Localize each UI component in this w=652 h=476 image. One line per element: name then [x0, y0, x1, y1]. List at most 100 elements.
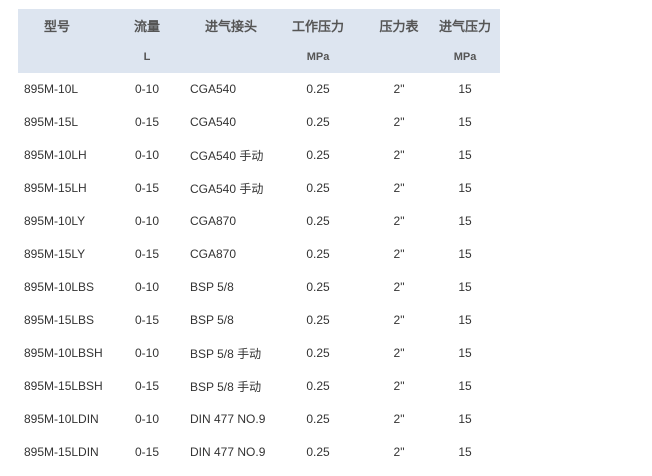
table-row: 895M-10LY 0-10 CGA870 0.25 2" 15	[18, 205, 500, 238]
table-row: 895M-15LH 0-15 CGA540 手动 0.25 2" 15	[18, 172, 500, 205]
cell-working-pressure: 0.25	[306, 280, 330, 294]
table-row: 895M-15LBSH 0-15 BSP 5/8 手动 0.25 2" 15	[18, 370, 500, 403]
cell-model: 895M-10LY	[24, 214, 86, 228]
cell-gauge: 2"	[393, 313, 405, 327]
cell-inlet-pressure: 15	[458, 181, 472, 195]
header-inlet-pressure: 进气压力	[422, 9, 500, 41]
cell-flow: 0-10	[134, 412, 160, 426]
cell-gauge: 2"	[393, 445, 405, 459]
table-row: 895M-10L 0-10 CGA540 0.25 2" 15	[18, 73, 500, 106]
table-row: 895M-10LH 0-10 CGA540 手动 0.25 2" 15	[18, 139, 500, 172]
cell-gauge: 2"	[393, 346, 405, 360]
cell-flow: 0-10	[134, 148, 160, 162]
cell-working-pressure: 0.25	[306, 82, 330, 96]
cell-working-pressure: 0.25	[306, 148, 330, 162]
cell-inlet-connection: BSP 5/8 手动	[190, 379, 262, 394]
unit-inlet-connection	[190, 41, 278, 73]
cell-model: 895M-10LDIN	[24, 412, 99, 426]
header-row: 型号 流量 进气接头 工作压力 压力表 进气压力	[18, 9, 500, 41]
page: 型号 流量 进气接头 工作压力 压力表 进气压力 L MPa MPa 895M-…	[0, 0, 652, 476]
cell-model: 895M-10LH	[24, 148, 87, 162]
unit-model	[18, 41, 114, 73]
cell-working-pressure: 0.25	[306, 214, 330, 228]
cell-gauge: 2"	[393, 181, 405, 195]
unit-row: L MPa MPa	[18, 41, 500, 73]
cell-inlet-pressure: 15	[458, 313, 472, 327]
cell-inlet-pressure: 15	[458, 445, 472, 459]
cell-flow: 0-15	[134, 379, 160, 393]
cell-working-pressure: 0.25	[306, 181, 330, 195]
table-row: 895M-10LBSH 0-10 BSP 5/8 手动 0.25 2" 15	[18, 337, 500, 370]
table-row: 895M-15LDIN 0-15 DIN 477 NO.9 0.25 2" 15	[18, 436, 500, 469]
header-inlet-connection: 进气接头	[190, 9, 278, 41]
table-row: 895M-10LDIN 0-10 DIN 477 NO.9 0.25 2" 15	[18, 403, 500, 436]
cell-inlet-connection: CGA870	[190, 247, 237, 261]
cell-inlet-pressure: 15	[458, 412, 472, 426]
cell-working-pressure: 0.25	[306, 412, 330, 426]
cell-model: 895M-15LBSH	[24, 379, 103, 393]
cell-inlet-pressure: 15	[458, 247, 472, 261]
header-gauge: 压力表	[358, 9, 422, 41]
cell-inlet-pressure: 15	[458, 148, 472, 162]
cell-inlet-pressure: 15	[458, 214, 472, 228]
cell-flow: 0-15	[134, 115, 160, 129]
cell-gauge: 2"	[393, 247, 405, 261]
cell-flow: 0-15	[134, 445, 160, 459]
cell-working-pressure: 0.25	[306, 313, 330, 327]
cell-flow: 0-15	[134, 181, 160, 195]
cell-flow: 0-15	[134, 313, 160, 327]
cell-gauge: 2"	[393, 280, 405, 294]
cell-inlet-pressure: 15	[458, 115, 472, 129]
spec-table: 型号 流量 进气接头 工作压力 压力表 进气压力 L MPa MPa 895M-…	[18, 9, 500, 469]
header-working-pressure: 工作压力	[278, 9, 358, 41]
cell-flow: 0-15	[134, 247, 160, 261]
table-header: 型号 流量 进气接头 工作压力 压力表 进气压力 L MPa MPa	[18, 9, 500, 73]
cell-working-pressure: 0.25	[306, 346, 330, 360]
cell-inlet-connection: CGA540 手动	[190, 181, 264, 196]
cell-model: 895M-15LY	[24, 247, 86, 261]
unit-flow: L	[114, 41, 190, 73]
cell-gauge: 2"	[393, 379, 405, 393]
cell-inlet-connection: DIN 477 NO.9	[190, 445, 266, 459]
cell-flow: 0-10	[134, 214, 160, 228]
table-row: 895M-10LBS 0-10 BSP 5/8 0.25 2" 15	[18, 271, 500, 304]
cell-model: 895M-15LH	[24, 181, 87, 195]
cell-gauge: 2"	[393, 115, 405, 129]
cell-model: 895M-15LBS	[24, 313, 95, 327]
cell-inlet-connection: BSP 5/8 手动	[190, 346, 262, 361]
table-body: 895M-10L 0-10 CGA540 0.25 2" 15 895M-15L 0-15 CG…	[18, 73, 500, 469]
cell-inlet-pressure: 15	[458, 280, 472, 294]
cell-model: 895M-10L	[24, 82, 79, 96]
cell-inlet-connection: BSP 5/8	[190, 313, 234, 327]
cell-working-pressure: 0.25	[306, 379, 330, 393]
cell-inlet-connection: DIN 477 NO.9	[190, 412, 266, 426]
cell-flow: 0-10	[134, 82, 160, 96]
cell-working-pressure: 0.25	[306, 247, 330, 261]
header-flow: 流量	[114, 9, 190, 41]
table-row: 895M-15LBS 0-15 BSP 5/8 0.25 2" 15	[18, 304, 500, 337]
cell-gauge: 2"	[393, 82, 405, 96]
cell-inlet-pressure: 15	[458, 379, 472, 393]
cell-model: 895M-15LDIN	[24, 445, 99, 459]
table-row: 895M-15L 0-15 CGA540 0.25 2" 15	[18, 106, 500, 139]
cell-flow: 0-10	[134, 346, 160, 360]
cell-inlet-connection: CGA540	[190, 115, 237, 129]
header-model: 型号	[18, 9, 114, 41]
cell-inlet-connection: CGA540 手动	[190, 148, 264, 163]
cell-inlet-pressure: 15	[458, 346, 472, 360]
cell-working-pressure: 0.25	[306, 445, 330, 459]
cell-inlet-connection: CGA540	[190, 82, 237, 96]
table-row: 895M-15LY 0-15 CGA870 0.25 2" 15	[18, 238, 500, 271]
cell-gauge: 2"	[393, 214, 405, 228]
cell-inlet-pressure: 15	[458, 82, 472, 96]
unit-inlet-pressure: MPa	[422, 41, 500, 73]
cell-gauge: 2"	[393, 412, 405, 426]
cell-gauge: 2"	[393, 148, 405, 162]
cell-inlet-connection: CGA870	[190, 214, 237, 228]
cell-model: 895M-15L	[24, 115, 79, 129]
cell-model: 895M-10LBS	[24, 280, 95, 294]
unit-working-pressure: MPa	[278, 41, 358, 73]
unit-gauge	[358, 41, 422, 73]
cell-flow: 0-10	[134, 280, 160, 294]
cell-inlet-connection: BSP 5/8	[190, 280, 234, 294]
